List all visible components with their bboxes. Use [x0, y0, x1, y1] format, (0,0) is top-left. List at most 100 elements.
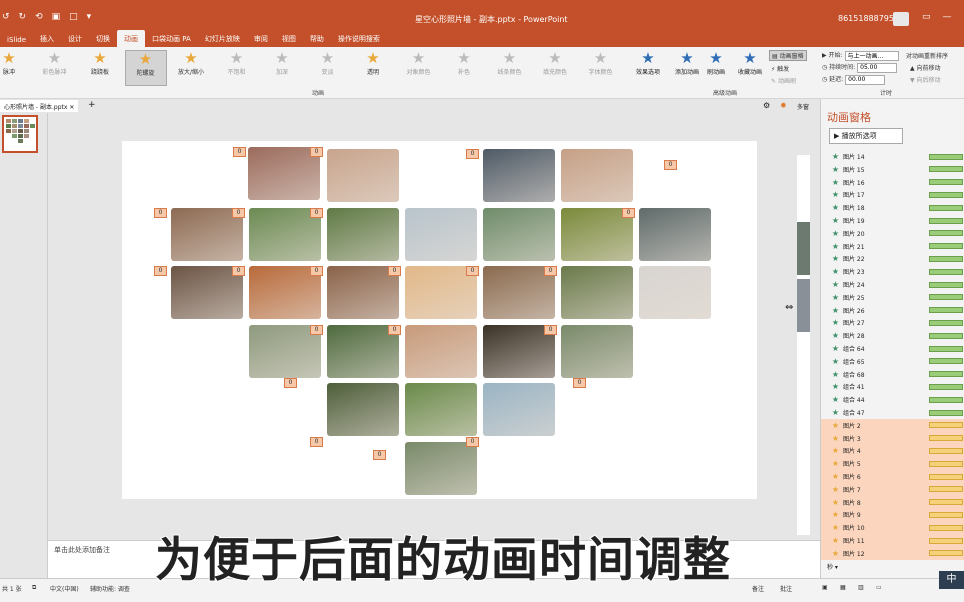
- sorter-view-icon[interactable]: ▦: [840, 584, 846, 591]
- animation-list-item[interactable]: ★ 组合 65: [821, 355, 964, 368]
- timing-bar[interactable]: [929, 499, 963, 506]
- timing-bar[interactable]: [929, 396, 963, 403]
- timing-bar[interactable]: [929, 332, 963, 339]
- tab-0[interactable]: iSlide: [0, 30, 33, 47]
- tab-4[interactable]: 动画: [117, 30, 146, 47]
- slide-photo[interactable]: [327, 149, 399, 202]
- timing-bar[interactable]: [929, 153, 963, 160]
- animation-order-badge[interactable]: 0: [544, 266, 557, 276]
- slide-canvas[interactable]: 0 0 0 0 0 0 0 0 0 0 0 0 0 0 0 0 0 0 0 0 0 0: [122, 141, 757, 499]
- animation-list-item[interactable]: ★ 图片 4: [821, 444, 964, 458]
- slide-photo[interactable]: [405, 442, 477, 495]
- animation-list-item[interactable]: ★ 组合 64: [821, 342, 964, 355]
- effect-item-4[interactable]: ★ 放大/缩小: [170, 50, 212, 86]
- timing-bar[interactable]: [929, 217, 963, 224]
- animation-pane-button[interactable]: ▤ 动画窗格: [769, 50, 807, 61]
- slide-photo[interactable]: [561, 266, 633, 319]
- animation-order-badge[interactable]: 0: [154, 208, 167, 218]
- slide-photo[interactable]: [483, 383, 555, 436]
- animation-list-item[interactable]: ★ 图片 27: [821, 316, 964, 329]
- animation-order-badge[interactable]: 0: [232, 208, 245, 218]
- slide-photo[interactable]: [405, 208, 477, 261]
- animation-list-item[interactable]: ★ 图片 3: [821, 431, 964, 445]
- timing-bar[interactable]: [929, 166, 963, 173]
- language-status[interactable]: 中文(中国): [50, 584, 79, 593]
- animation-list-item[interactable]: ★ 图片 23: [821, 265, 964, 278]
- timing-bar[interactable]: [929, 550, 963, 557]
- animation-painter-button[interactable]: ★ 刷动画: [707, 50, 725, 77]
- effect-item-2[interactable]: ★ 跷跷板: [79, 50, 121, 86]
- timing-bar[interactable]: [929, 268, 963, 275]
- timing-bar[interactable]: [929, 435, 963, 442]
- play-selected-button[interactable]: ▶ 播放所选项: [829, 128, 903, 144]
- timing-bar[interactable]: [929, 371, 963, 378]
- normal-view-icon[interactable]: ▣: [822, 584, 828, 591]
- animation-order-badge[interactable]: 0: [232, 266, 245, 276]
- spellcheck-icon[interactable]: ⧉: [32, 584, 36, 592]
- tab-6[interactable]: 幻灯片放映: [198, 30, 247, 47]
- timing-bar[interactable]: [929, 255, 963, 262]
- slide-photo[interactable]: [483, 208, 555, 261]
- tab-9[interactable]: 帮助: [303, 30, 331, 47]
- timing-bar[interactable]: [929, 243, 963, 250]
- refresh-icon[interactable]: ⟲: [35, 12, 43, 22]
- move-later-button[interactable]: ▼ 向后移动: [910, 75, 941, 84]
- timing-bar[interactable]: [929, 281, 963, 288]
- slide-photo[interactable]: [639, 208, 711, 261]
- effect-item-11[interactable]: ★ 线条颜色: [489, 50, 531, 86]
- animation-list-item[interactable]: ★ 图片 28: [821, 329, 964, 342]
- tab-8[interactable]: 视图: [275, 30, 303, 47]
- timing-bar[interactable]: [929, 486, 963, 493]
- animation-list-item[interactable]: ★ 图片 24: [821, 278, 964, 291]
- animation-list-item[interactable]: ★ 图片 8: [821, 495, 964, 509]
- animation-brush-button[interactable]: ✎ 动画刷: [771, 76, 796, 85]
- avatar[interactable]: [893, 12, 909, 26]
- accessibility-status[interactable]: 辅助功能: 调查: [90, 584, 130, 593]
- tab-2[interactable]: 设计: [61, 30, 89, 47]
- slide-photo[interactable]: [327, 208, 399, 261]
- animation-list-item[interactable]: ★ 图片 5: [821, 457, 964, 471]
- effect-item-8[interactable]: ★ 透明: [352, 50, 394, 86]
- trigger-button[interactable]: ⚡ 触发: [771, 64, 789, 73]
- undo-icon[interactable]: ↺: [2, 12, 10, 22]
- comments-button[interactable]: 批注: [780, 584, 792, 593]
- animation-list-item[interactable]: ★ 图片 9: [821, 508, 964, 522]
- effect-item-7[interactable]: ★ 变淡: [307, 50, 349, 86]
- animation-list-item[interactable]: ★ 图片 10: [821, 521, 964, 535]
- timing-bar[interactable]: [929, 383, 963, 390]
- slide-photo[interactable]: [327, 383, 399, 436]
- animation-list-item[interactable]: ★ 图片 21: [821, 240, 964, 253]
- timing-bar[interactable]: [929, 460, 963, 467]
- animation-list-item[interactable]: ★ 图片 11: [821, 534, 964, 547]
- effect-item-13[interactable]: ★ 字体颜色: [580, 50, 622, 86]
- notes-button[interactable]: 备注: [752, 584, 764, 593]
- effect-item-9[interactable]: ★ 对象颜色: [398, 50, 440, 86]
- animation-order-badge[interactable]: 0: [466, 149, 479, 159]
- timing-bar[interactable]: [929, 422, 963, 429]
- duration-input[interactable]: [857, 62, 898, 73]
- timing-bar[interactable]: [929, 511, 963, 518]
- slideshow-icon[interactable]: ▣: [52, 12, 61, 22]
- animation-order-badge[interactable]: 0: [664, 160, 677, 170]
- animation-order-badge[interactable]: 0: [373, 450, 386, 460]
- animation-list-item[interactable]: ★ 图片 20: [821, 227, 964, 240]
- effect-item-5[interactable]: ★ 不饱和: [216, 50, 258, 86]
- tab-5[interactable]: 口袋动画 PA: [145, 30, 198, 47]
- timing-bar[interactable]: [929, 191, 963, 198]
- timing-bar[interactable]: [929, 345, 963, 352]
- animation-list-item[interactable]: ★ 图片 15: [821, 163, 964, 176]
- new-tab-icon[interactable]: +: [88, 100, 96, 110]
- slide-photo[interactable]: [483, 149, 555, 202]
- timing-bar[interactable]: [929, 204, 963, 211]
- tab-10[interactable]: 操作说明搜索: [331, 30, 387, 47]
- animation-order-badge[interactable]: 0: [622, 208, 635, 218]
- animation-list-item[interactable]: ★ 组合 47: [821, 406, 964, 419]
- animation-order-badge[interactable]: 0: [284, 378, 297, 388]
- animation-order-badge[interactable]: 0: [388, 266, 401, 276]
- tab-7[interactable]: 审阅: [247, 30, 275, 47]
- animation-list-item[interactable]: ★ 图片 2: [821, 418, 964, 432]
- document-tab[interactable]: 心形照片墙 - 副本.pptx ✕: [0, 100, 79, 112]
- ribbon-display-button[interactable]: ▭: [922, 12, 931, 22]
- effect-item-12[interactable]: ★ 填充颜色: [534, 50, 576, 86]
- animation-order-badge[interactable]: 0: [154, 266, 167, 276]
